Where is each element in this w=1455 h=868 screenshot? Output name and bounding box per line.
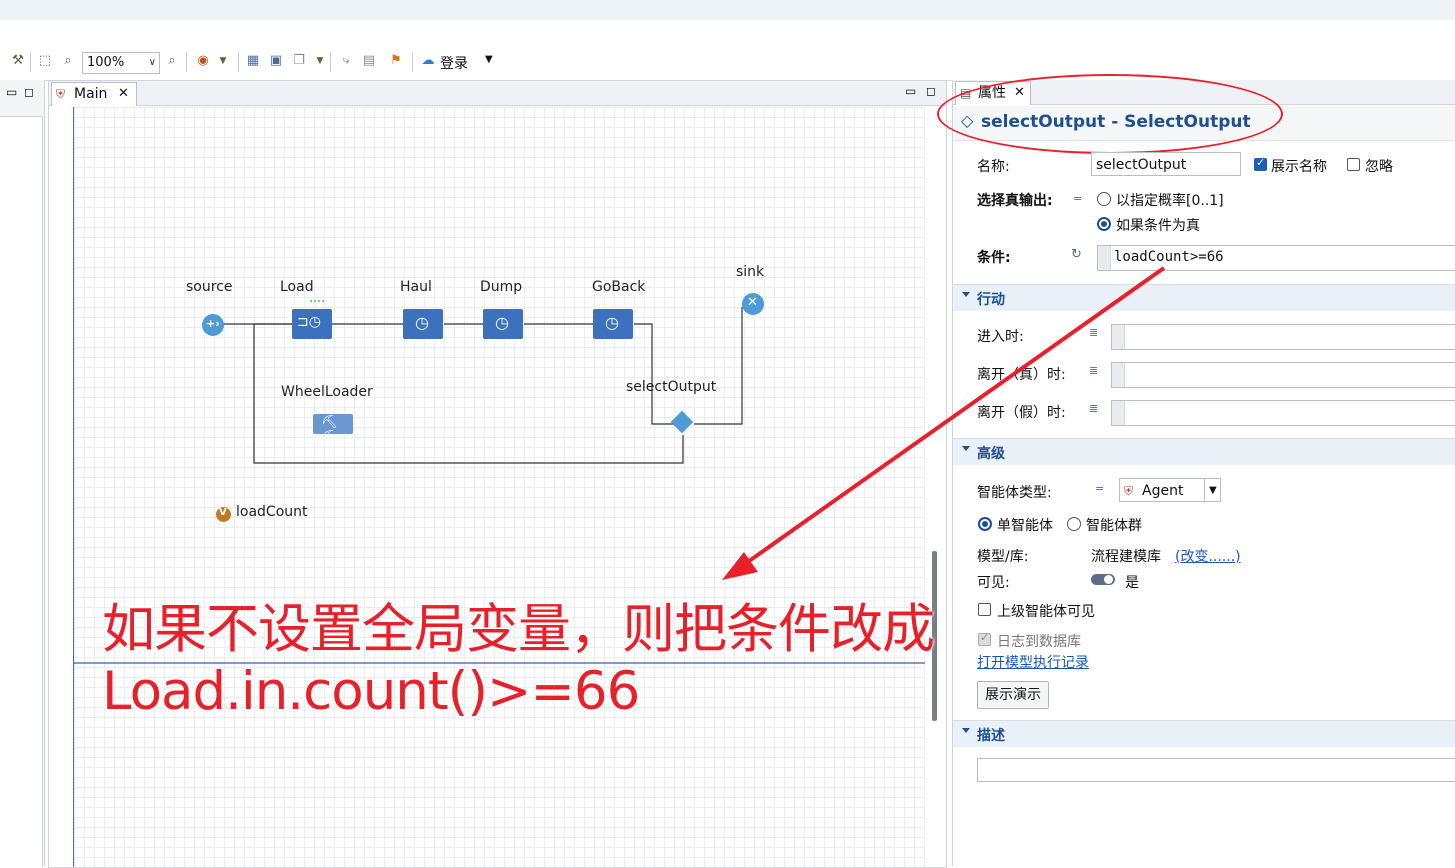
annotation-text-line2: Load.in.count()>=66 — [102, 661, 640, 722]
annotation-text-line1: 如果不设置全局变量，则把条件改成 — [102, 599, 935, 660]
annotation-arrow — [722, 266, 1166, 580]
